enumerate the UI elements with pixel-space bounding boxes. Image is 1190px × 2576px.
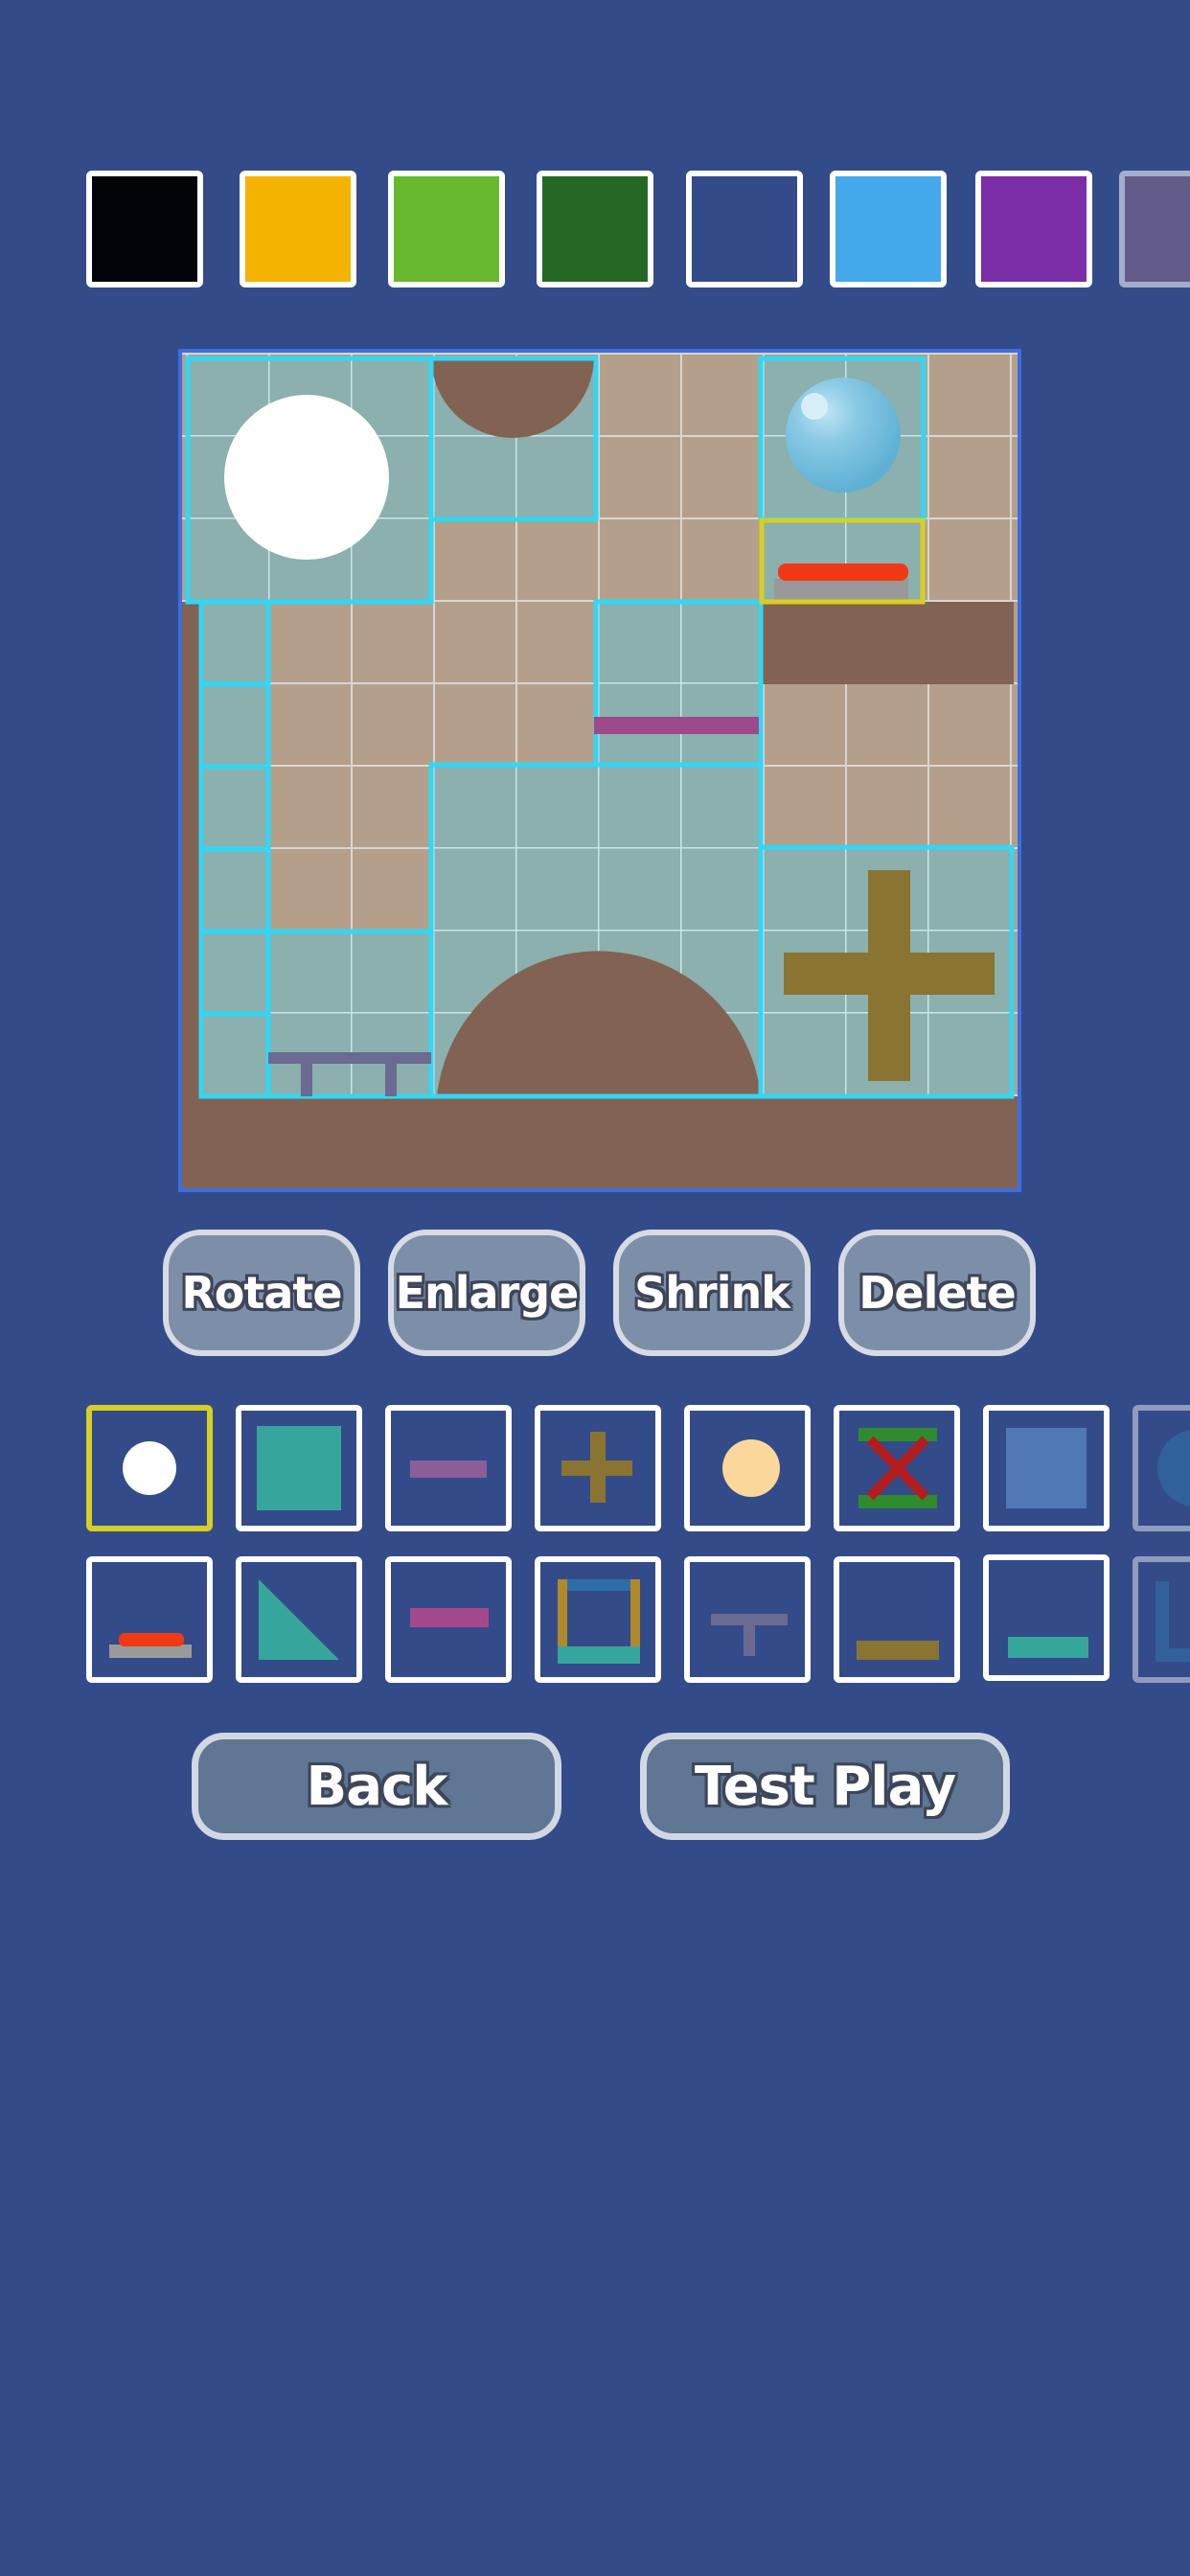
- shrink-button[interactable]: Shrink: [613, 1230, 811, 1356]
- brown-floor: [182, 1096, 1018, 1188]
- piece-white-ball[interactable]: [86, 1405, 213, 1531]
- glass-region: [596, 602, 761, 765]
- color-swatch-purple[interactable]: [975, 171, 1092, 288]
- table-top[interactable]: [268, 1052, 431, 1064]
- olive-cross-horizontal: [784, 953, 995, 995]
- piece-magenta-bar[interactable]: [385, 1556, 512, 1683]
- piece-t-table[interactable]: [684, 1556, 811, 1683]
- level-editor-board[interactable]: [178, 349, 1021, 1192]
- bubble-shine: [801, 393, 828, 420]
- white-ball[interactable]: [224, 395, 389, 560]
- button-base: [774, 579, 908, 602]
- purple-bar-icon: [410, 1460, 487, 1478]
- board-canvas: [182, 353, 1018, 1188]
- teal-bar-icon: [1008, 1637, 1088, 1658]
- piece-circle[interactable]: [1133, 1405, 1190, 1531]
- piece-olive-bar[interactable]: [834, 1556, 960, 1683]
- brown-ledge: [761, 602, 1014, 684]
- table-leg: [385, 1062, 397, 1096]
- table-leg: [301, 1062, 312, 1096]
- blue-square-icon: [1006, 1428, 1087, 1508]
- color-swatch-sky-blue[interactable]: [830, 171, 947, 288]
- peach-ball-icon: [722, 1439, 780, 1497]
- magenta-bar[interactable]: [594, 717, 759, 734]
- piece-purple-bar[interactable]: [385, 1405, 512, 1531]
- piece-l-shape[interactable]: [1133, 1556, 1190, 1683]
- teal-square-icon: [257, 1426, 341, 1510]
- enlarge-button[interactable]: Enlarge: [388, 1230, 585, 1356]
- color-swatch-navy[interactable]: [686, 171, 803, 288]
- piece-teal-triangle[interactable]: [236, 1556, 362, 1683]
- spring-x-icon: [858, 1428, 937, 1508]
- l-shape-icon: [1156, 1581, 1190, 1662]
- piece-teal-bar[interactable]: [983, 1554, 1110, 1681]
- circle-icon: [1157, 1430, 1190, 1506]
- piece-red-button[interactable]: [86, 1556, 213, 1683]
- color-swatch-black[interactable]: [86, 171, 203, 288]
- blue-bubble[interactable]: [786, 378, 901, 493]
- white-ball-icon: [123, 1441, 176, 1495]
- t-table-icon: [711, 1614, 788, 1656]
- color-swatch-orange[interactable]: [240, 171, 356, 288]
- color-swatch-lime-green[interactable]: [388, 171, 505, 288]
- red-button-icon: [109, 1633, 192, 1658]
- frame-box-icon: [558, 1579, 640, 1664]
- back-button[interactable]: Back: [192, 1733, 561, 1840]
- olive-cross-icon: [561, 1432, 632, 1503]
- color-swatch-mauve[interactable]: [1119, 171, 1190, 288]
- piece-olive-cross[interactable]: [535, 1405, 661, 1531]
- piece-spring[interactable]: [834, 1405, 960, 1531]
- piece-blue-square[interactable]: [983, 1405, 1110, 1531]
- piece-frame-box[interactable]: [535, 1556, 661, 1683]
- olive-bar-icon: [857, 1641, 939, 1660]
- teal-triangle-icon: [259, 1579, 339, 1660]
- delete-button[interactable]: Delete: [838, 1230, 1036, 1356]
- piece-peach-ball[interactable]: [684, 1405, 811, 1531]
- glass-region: [268, 932, 431, 1096]
- red-button[interactable]: [778, 564, 908, 581]
- piece-palette: [0, 1401, 1190, 1689]
- magenta-bar-icon: [410, 1608, 489, 1627]
- color-palette: [0, 171, 1190, 299]
- rotate-button[interactable]: Rotate: [163, 1230, 360, 1356]
- test-play-button[interactable]: Test Play: [640, 1733, 1010, 1840]
- piece-teal-square[interactable]: [236, 1405, 362, 1531]
- color-swatch-dark-green[interactable]: [537, 171, 653, 288]
